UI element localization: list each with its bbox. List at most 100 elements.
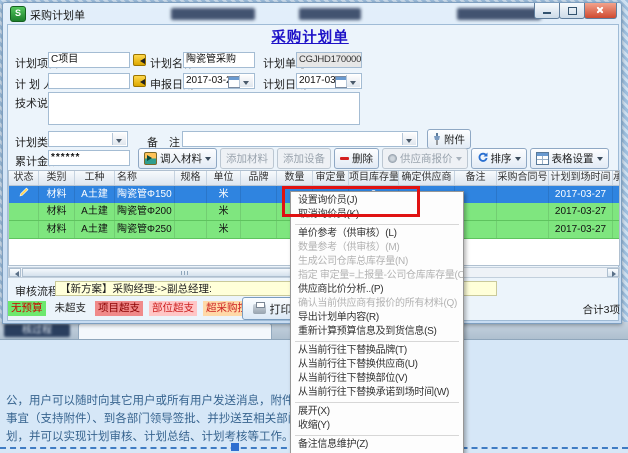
table-cell[interactable]: 材料 [39, 186, 75, 203]
chevron-down-icon[interactable] [346, 75, 360, 87]
table-cell[interactable] [613, 186, 620, 203]
planner-input[interactable] [48, 73, 130, 89]
column-header[interactable]: 状态 [9, 171, 39, 185]
plan-type-select[interactable] [48, 131, 128, 147]
table-cell[interactable] [175, 221, 207, 238]
plan-project-input[interactable]: C项目 [48, 52, 130, 68]
menu-separator [295, 435, 459, 436]
table-cell[interactable]: 2017-03-27 [549, 203, 613, 220]
table-cell[interactable]: 陶瓷管Φ250 [115, 221, 175, 238]
column-header[interactable]: 工种 [75, 171, 115, 185]
chevron-down-icon[interactable] [402, 133, 416, 145]
table-cell[interactable]: 米 [207, 221, 241, 238]
table-cell[interactable]: 材料 [39, 221, 75, 238]
table-cell[interactable] [9, 221, 39, 238]
table-cell[interactable] [241, 221, 277, 238]
screen: 核过程 公，用户可以随时向其它用户或所有用户发送消息，附件。接收人只要在线就可事… [0, 0, 628, 453]
column-header[interactable]: 计划到场时间 [549, 171, 613, 185]
table-cell[interactable]: 2017-03-27 [549, 186, 613, 203]
window-controls [535, 3, 617, 19]
table-cell[interactable] [175, 186, 207, 203]
table-cell[interactable] [497, 203, 549, 220]
toolbar-button-添加材料: 添加材料 [220, 148, 274, 169]
column-header[interactable]: 承诺到场时间 [613, 171, 620, 185]
table-cell[interactable]: A土建 [75, 203, 115, 220]
column-header[interactable]: 规格 [175, 171, 207, 185]
menu-item[interactable]: 从当前行往下替换供应商(U) [291, 358, 463, 372]
column-header[interactable]: 类别 [39, 171, 75, 185]
menu-item[interactable]: 备注信息维护(Z) [291, 438, 463, 452]
menu-item[interactable]: 单价参考（供审核）(L) [291, 227, 463, 241]
column-header[interactable]: 备注 [455, 171, 497, 185]
column-header[interactable]: 项目库存量 [349, 171, 399, 185]
declare-date-input[interactable]: 2017-03-24 [183, 73, 255, 89]
row-status-cell[interactable] [9, 186, 39, 203]
scroll-right-arrow-icon[interactable] [607, 268, 619, 277]
dropdown-arrow-icon [205, 157, 211, 164]
menu-item[interactable]: 收缩(Y) [291, 419, 463, 433]
close-button[interactable] [584, 3, 617, 19]
table-cell[interactable] [613, 221, 620, 238]
menu-item: 生成公司仓库总库存量(N) [291, 255, 463, 269]
menu-item[interactable]: 从当前行往下替换部位(V) [291, 372, 463, 386]
maximize-button[interactable] [559, 3, 585, 19]
table-cell[interactable] [241, 203, 277, 220]
column-header[interactable]: 数量 [277, 171, 313, 185]
menu-item[interactable]: 从当前行往下替换品牌(T) [291, 344, 463, 358]
toolbar-button-调入材料[interactable]: 调入材料 [138, 148, 217, 169]
legend-badge: 未超支 [52, 301, 90, 316]
tech-note-textarea[interactable] [48, 92, 360, 125]
column-header[interactable]: 审定量 [313, 171, 349, 185]
lookup-icon[interactable] [133, 75, 146, 87]
window-title: 采购计划单 [30, 7, 85, 23]
titlebar[interactable]: S 采购计划单 [3, 3, 621, 23]
column-header[interactable]: 采购合同号 [497, 171, 549, 185]
legend-badge: 无预算 [8, 301, 46, 316]
divider-handle [231, 443, 239, 451]
attachment-label: 附件 [444, 132, 465, 147]
table-cell[interactable]: 材料 [39, 203, 75, 220]
toolbar-button-删除[interactable]: 删除 [334, 148, 379, 169]
table-cell[interactable] [497, 186, 549, 203]
menu-item[interactable]: 导出计划单内容(R) [291, 311, 463, 325]
app-icon: S [10, 6, 26, 22]
column-header[interactable]: 名称 [115, 171, 175, 185]
menu-item[interactable]: 重新计算预算信息及到货信息(S) [291, 325, 463, 339]
total-amount-value: ****** [51, 152, 80, 163]
plan-name-input[interactable]: 陶瓷管采购 [183, 52, 255, 68]
menu-item[interactable]: 展开(X) [291, 405, 463, 419]
toolbar-button-label: 供应商报价 [400, 151, 453, 166]
toolbar-button-表格设置[interactable]: 表格设置 [530, 148, 609, 169]
column-header[interactable]: 单位 [207, 171, 241, 185]
table-cell[interactable]: 2017-03-27 [549, 221, 613, 238]
menu-item[interactable]: 供应商比价分析..(P) [291, 283, 463, 297]
menu-item[interactable]: 从当前行往下替换承诺到场时间(W) [291, 386, 463, 400]
toolbar-button-label: 添加设备 [283, 151, 325, 166]
column-header[interactable]: 确定供应商 [399, 171, 455, 185]
column-header[interactable]: 品牌 [241, 171, 277, 185]
chevron-down-icon[interactable] [239, 75, 253, 87]
table-cell[interactable]: 米 [207, 203, 241, 220]
sort-icon [477, 152, 488, 166]
table-cell[interactable]: A土建 [75, 186, 115, 203]
toolbar-button-排序[interactable]: 排序 [471, 148, 527, 169]
table-cell[interactable]: 米 [207, 186, 241, 203]
plan-date-input[interactable]: 2017-03-27 [296, 73, 362, 89]
scroll-left-arrow-icon[interactable] [9, 268, 21, 277]
minimize-button[interactable] [534, 3, 560, 19]
table-cell[interactable] [497, 221, 549, 238]
table-cell[interactable] [241, 186, 277, 203]
chevron-down-icon[interactable] [112, 133, 126, 145]
menu-separator [295, 224, 459, 225]
table-cell[interactable] [9, 203, 39, 220]
lookup-icon[interactable] [133, 54, 146, 66]
attachment-button[interactable]: 附件 [427, 129, 471, 149]
table-cell[interactable]: 陶瓷管Φ200 [115, 203, 175, 220]
remark-select[interactable] [182, 131, 418, 147]
table-cell[interactable]: A土建 [75, 221, 115, 238]
toolbar-button-label: 调入材料 [160, 151, 202, 166]
table-cell[interactable] [613, 203, 620, 220]
toolbar-button-label: 删除 [352, 151, 373, 166]
table-cell[interactable]: 陶瓷管Φ150 [115, 186, 175, 203]
table-cell[interactable] [175, 203, 207, 220]
